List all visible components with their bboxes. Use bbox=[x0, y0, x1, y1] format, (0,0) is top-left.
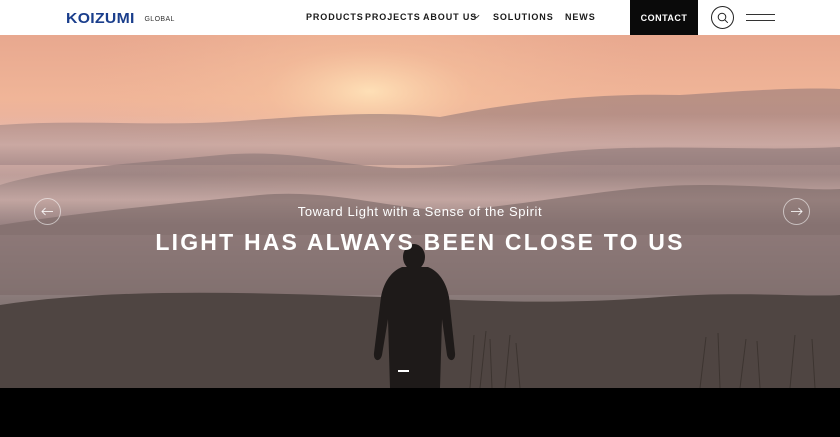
nav-solutions[interactable]: SOLUTIONS bbox=[493, 12, 554, 22]
nav-about-us[interactable]: ABOUT US bbox=[423, 12, 477, 22]
slide-indicator[interactable] bbox=[398, 370, 409, 372]
search-button[interactable] bbox=[711, 6, 734, 29]
hamburger-menu-icon[interactable] bbox=[746, 13, 775, 23]
hero-subtitle: Toward Light with a Sense of the Spirit bbox=[297, 204, 543, 219]
logo-sub: GLOBAL bbox=[144, 15, 175, 23]
search-icon bbox=[717, 12, 728, 23]
chevron-down-icon[interactable] bbox=[473, 13, 480, 20]
nav-projects[interactable]: PROJECTS bbox=[365, 12, 421, 22]
site-header: KOIZUMI GLOBAL PRODUCTS PROJECTS ABOUT U… bbox=[0, 0, 840, 35]
hero-slider: Toward Light with a Sense of the Spirit … bbox=[0, 35, 840, 388]
contact-button[interactable]: CONTACT bbox=[630, 0, 698, 35]
dark-section bbox=[0, 388, 840, 437]
logo-text: KOIZUMI bbox=[66, 9, 135, 27]
hero-title: LIGHT HAS ALWAYS BEEN CLOSE TO US bbox=[155, 229, 685, 255]
nav-news[interactable]: NEWS bbox=[565, 12, 596, 22]
logo[interactable]: KOIZUMI GLOBAL bbox=[66, 9, 175, 27]
nav-products[interactable]: PRODUCTS bbox=[306, 12, 364, 22]
